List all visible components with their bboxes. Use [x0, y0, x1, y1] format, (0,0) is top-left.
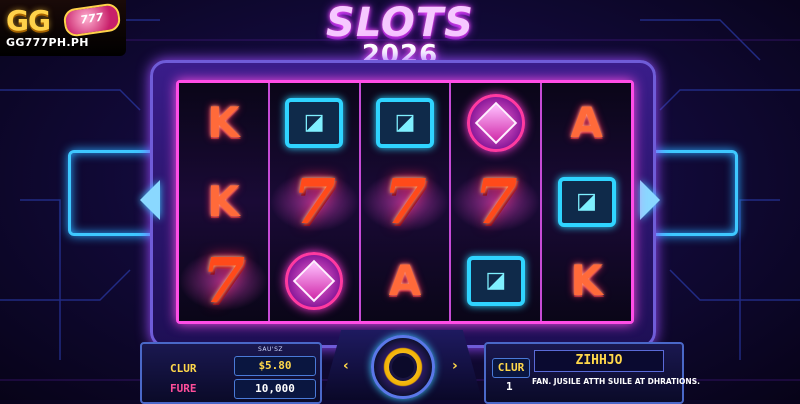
reel-cell: K [542, 241, 631, 320]
reel-4: 7 ◪ [451, 83, 543, 321]
letter-symbol-k: K [570, 256, 603, 305]
reel-cell: ◪ [270, 83, 359, 162]
reel-5: A ◪ K [542, 83, 631, 321]
letter-symbol-k: K [207, 177, 240, 226]
reel-cell: 7 [451, 162, 541, 241]
reel-grid: K K 7 ◪ 7 ◪ 7 A 7 ◪ A ◪ K [176, 80, 634, 324]
reel-3: ◪ 7 A [360, 83, 452, 321]
reel-cell [451, 83, 540, 162]
reel-cell: 7 [360, 162, 450, 241]
letter-symbol-k: K [207, 98, 240, 147]
reel-cell: A [361, 241, 450, 320]
reel-cell: 7 [269, 162, 359, 241]
reel-cell: ◪ [451, 241, 540, 320]
letter-symbol-a: A [388, 256, 422, 305]
reel-cell [270, 241, 359, 320]
reel-cell: 7 [179, 241, 268, 320]
balance-value: $5.80 [234, 356, 316, 376]
reel-cell: A [542, 83, 631, 162]
reel-2: ◪ 7 [269, 83, 361, 321]
bet-label: CLUR [170, 362, 197, 375]
cyan-box-icon: ◪ [466, 255, 525, 306]
right-arrow-icon[interactable] [640, 180, 660, 220]
seven-symbol: 7 [201, 244, 245, 317]
credit-value: 10,000 [234, 379, 316, 399]
lines-label: FURE [170, 382, 197, 395]
seven-symbol: 7 [383, 165, 427, 238]
message-title: ZIHHJO [534, 350, 664, 372]
coin-label: CLUR [492, 358, 530, 378]
spin-button[interactable] [371, 335, 435, 399]
coin-value: 1 [506, 380, 513, 393]
left-arrow-icon[interactable] [140, 180, 160, 220]
cyan-box-icon: ◪ [285, 97, 344, 148]
balance-caption: SAU'SZ [258, 346, 283, 353]
reel-cell: K [179, 83, 268, 162]
letter-symbol-a: A [570, 98, 603, 147]
prev-bet-button[interactable]: ‹ [343, 358, 349, 374]
next-bet-button[interactable]: › [452, 358, 458, 374]
gem-icon [285, 251, 344, 310]
cyan-box-icon: ◪ [557, 176, 616, 227]
reel-cell: ◪ [361, 83, 450, 162]
gem-icon [466, 93, 525, 152]
reel-cell: K [179, 162, 268, 241]
seven-symbol: 7 [292, 165, 336, 238]
bet-panel: CLUR FURE SAU'SZ $5.80 10,000 [140, 342, 322, 404]
reel-1: KK 7 [179, 83, 270, 321]
seven-symbol: 7 [474, 165, 518, 238]
reel-cell: ◪ [542, 162, 631, 241]
message-text: FAN. JUSILE ATTH SUILE AT DHRATIONS. [532, 377, 700, 386]
spin-icon [389, 353, 417, 381]
cyan-box-icon: ◪ [375, 97, 434, 148]
